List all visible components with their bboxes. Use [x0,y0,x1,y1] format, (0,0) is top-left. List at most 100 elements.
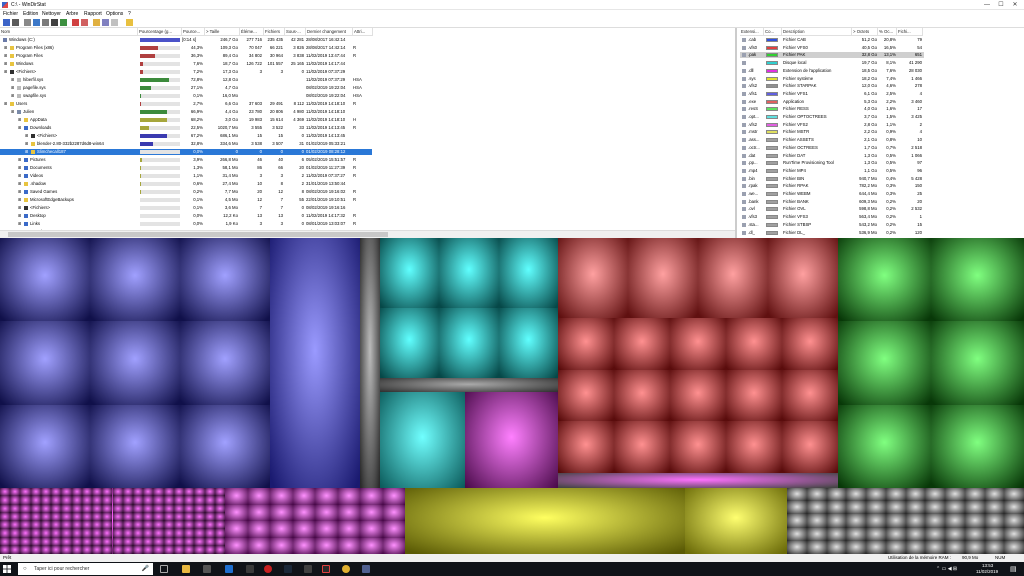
extension-row[interactable]: .resS Fichier RESS 4,0 Go 1,6% 17 [740,106,924,112]
treemap-file-cell[interactable] [698,238,768,318]
delete-trash-icon[interactable] [81,19,88,26]
treemap-file-cell[interactable] [92,504,103,513]
scrollbar-thumb[interactable] [8,232,388,237]
treemap-file-cell[interactable] [163,545,174,554]
expand-toggle-icon[interactable]: ⊞ [18,189,23,195]
treemap-file-cell[interactable] [81,488,93,497]
treemap-file-cell[interactable] [670,421,726,473]
treemap-file-cell[interactable] [360,504,383,521]
treemap-file-cell[interactable] [806,527,827,541]
treemap-file-cell[interactable] [71,496,82,505]
treemap-file-cell[interactable] [143,496,154,505]
treemap-file-cell[interactable] [270,488,293,505]
treemap-file-cell[interactable] [112,496,123,505]
treemap-file-cell[interactable] [439,308,499,378]
treemap-file-cell[interactable] [122,521,133,530]
treemap-block[interactable] [270,238,360,488]
treemap-file-cell[interactable] [292,488,315,505]
treemap-file-cell[interactable] [905,488,926,502]
treemap-file-cell[interactable] [30,488,41,497]
treemap-file-cell[interactable] [30,537,41,546]
treemap-file-cell[interactable] [558,238,628,318]
extension-row[interactable]: .opt... Fichier OPTOCTREES 3,7 Go 1,5% 3 425 [740,114,924,120]
treemap-file-cell[interactable] [984,488,1005,502]
menu-edition[interactable]: Edition [23,11,38,17]
treemap-file-cell[interactable] [204,496,215,505]
treemap-file-cell[interactable] [806,501,827,515]
task-view-icon[interactable] [160,565,168,573]
treemap-file-cell[interactable] [382,521,405,538]
treemap-file-cell[interactable] [40,537,52,546]
treemap-file-cell[interactable] [184,537,195,546]
treemap-file-cell[interactable] [945,527,965,541]
treemap-file-cell[interactable] [498,308,558,378]
tree-row[interactable]: ⊞ Saved Games 0,2% 7,7 Mo 20 12 8 08/02/2019 19… [0,189,372,195]
header-col-last-change[interactable]: Dernier changement [306,28,353,36]
treemap-file-cell[interactable] [163,537,174,546]
extension-row[interactable]: .mp4 Fichier MP4 1,1 Go 0,5% 96 [740,168,924,174]
treemap-file-cell[interactable] [225,521,248,538]
treemap-file-cell[interactable] [214,488,225,497]
treemap-file-cell[interactable] [163,521,174,530]
treemap-file-cell[interactable] [782,369,838,422]
treemap-file-cell[interactable] [180,238,270,322]
treemap-file-cell[interactable] [20,496,31,505]
expand-toggle-icon[interactable]: ⊞ [11,85,16,91]
extension-row[interactable]: Disque local 19,7 Go 8,1% 41 290 [740,60,924,66]
treemap-file-cell[interactable] [10,529,21,538]
treemap-file-cell[interactable] [184,512,195,521]
treemap-file-cell[interactable] [132,521,144,530]
extension-row[interactable]: .vfs3 Fichier VFS3 563,4 Mo 0,2% 1 [740,214,924,220]
taskbar-search-input[interactable]: ○ Taper ici pour rechercher 🎤 [18,563,153,575]
treemap-file-cell[interactable] [866,501,886,515]
treemap-file-cell[interactable] [153,521,164,530]
treemap-file-cell[interactable] [931,404,1024,488]
treemap-file-cell[interactable] [204,504,215,513]
treemap-file-cell[interactable] [61,496,72,505]
tree-row[interactable]: ⊞ Downloads 22,5% 1020,7 Mo 3 555 3 522 33 11/0… [0,125,372,131]
treemap-file-cell[interactable] [173,504,185,513]
treemap-file-cell[interactable] [558,421,614,473]
treemap-file-cell[interactable] [925,527,945,541]
tree-row[interactable]: Windows (C:) [0:14 s] 246,7 Go 277 716 235 4… [0,37,372,43]
treemap-file-cell[interactable] [984,540,1005,554]
treemap-file-cell[interactable] [112,521,123,530]
treemap-file-cell[interactable] [40,529,52,538]
treemap-block[interactable] [380,378,558,392]
tree-row[interactable]: ⊞ Desktop 0,0% 12,2 Ko 13 13 0 11/02/2019 14:17… [0,213,372,219]
extension-row[interactable]: .cab Fichier CAB 51,2 Go 20,8% 79 [740,37,924,43]
treemap-file-cell[interactable] [61,488,72,497]
treemap-file-cell[interactable] [71,529,82,538]
treemap-file-cell[interactable] [180,404,270,488]
expand-toggle-icon[interactable]: ⊞ [18,205,23,211]
extension-row[interactable]: .dl_ Fichier DL_ 536,9 Mo 0,2% 120 [740,230,924,236]
expand-toggle-icon[interactable]: ⊞ [18,181,23,187]
extension-row[interactable]: .dat Fichier DAT 1,3 Go 0,5% 1 066 [740,153,924,159]
tree-row[interactable]: ⊞ <Fichiers> 67,2% 686,1 Mo 15 15 0 11/02/2019 … [0,133,372,139]
treemap-file-cell[interactable] [71,512,82,521]
treemap-file-cell[interactable] [51,504,62,513]
treemap-file-cell[interactable] [61,504,72,513]
treemap-file-cell[interactable] [614,318,670,370]
treemap-file-cell[interactable] [0,504,11,513]
treemap-file-cell[interactable] [337,521,360,538]
treemap-file-cell[interactable] [1004,501,1024,515]
treemap-file-cell[interactable] [173,537,185,546]
treemap-file-cell[interactable] [122,496,133,505]
extension-row[interactable]: .vfs1 Fichier VFS1 6,1 Go 2,5% 4 [740,91,924,97]
treemap-file-cell[interactable] [40,521,52,530]
extension-row[interactable]: .octr... Fichier OCTREES 1,7 Go 0,7% 2 518 [740,145,924,151]
header-col-files[interactable]: Fichiers [264,28,285,36]
treemap-file-cell[interactable] [614,369,670,422]
treemap-file-cell[interactable] [184,496,195,505]
treemap-file-cell[interactable] [826,514,847,528]
treemap-file-cell[interactable] [90,404,180,488]
treemap-file-cell[interactable] [51,537,62,546]
copy-icon[interactable] [33,19,40,26]
treemap-file-cell[interactable] [143,504,154,513]
treemap-file-cell[interactable] [40,512,52,521]
treemap-file-cell[interactable] [380,238,440,308]
properties-icon[interactable] [111,19,118,26]
treemap-file-cell[interactable] [806,488,827,502]
treemap[interactable] [0,238,1024,554]
